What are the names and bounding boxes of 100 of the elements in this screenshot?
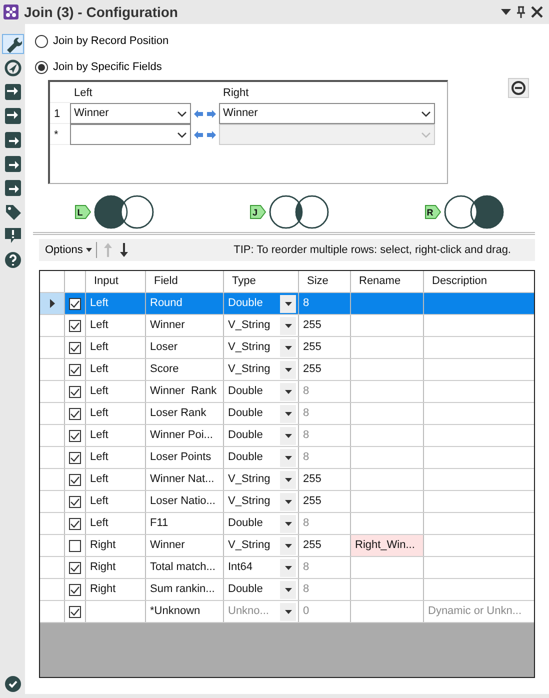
type-select[interactable]: Double bbox=[224, 425, 299, 446]
type-select[interactable]: Double bbox=[224, 381, 299, 402]
type-select[interactable]: V_String bbox=[224, 359, 299, 380]
radio-option[interactable]: Join by Specific Fields bbox=[35, 58, 162, 76]
table-row[interactable]: Left Round Double 8 bbox=[40, 293, 534, 315]
checkbox[interactable] bbox=[69, 452, 81, 464]
table-row[interactable]: *Unknown Unkno... 0 Dynamic or Unkn... bbox=[40, 601, 534, 623]
type-select[interactable]: Double bbox=[224, 293, 299, 314]
tool-tab[interactable] bbox=[2, 34, 24, 54]
table-cell: Left bbox=[86, 381, 146, 402]
table-row[interactable]: Left Winner Poi... Double 8 bbox=[40, 425, 534, 447]
table-row[interactable]: Left Score V_String 255 bbox=[40, 359, 534, 381]
row-pointer-icon bbox=[50, 299, 54, 308]
caret-icon bbox=[284, 588, 292, 592]
table-cell: 255 bbox=[299, 337, 351, 358]
table-row[interactable]: Left Loser V_String 255 bbox=[40, 337, 534, 359]
table-cell: Right bbox=[86, 579, 146, 600]
type-select[interactable]: V_String bbox=[224, 469, 299, 490]
table-row[interactable]: Right Total match... Int64 8 bbox=[40, 557, 534, 579]
input-icon bbox=[4, 107, 22, 125]
table-cell: Loser Rank bbox=[146, 403, 224, 424]
table-row[interactable]: Left Loser Points Double 8 bbox=[40, 447, 534, 469]
output-icon bbox=[4, 155, 22, 173]
caret-icon bbox=[284, 302, 292, 306]
right-field-select[interactable]: Winner bbox=[219, 103, 435, 124]
tip-text: TIP: To reorder multiple rows: select, right-click and drag. bbox=[234, 242, 512, 258]
column-header: Field bbox=[146, 271, 224, 292]
table-row[interactable]: Left Winner Nat... V_String 255 bbox=[40, 469, 534, 491]
table-row[interactable]: Left Winner Rank Double 8 bbox=[40, 381, 534, 403]
type-select[interactable]: Double bbox=[224, 447, 299, 468]
table-row[interactable]: Left Loser Natio... V_String 255 bbox=[40, 491, 534, 513]
checkbox[interactable] bbox=[69, 320, 81, 332]
options-dropdown[interactable]: Options bbox=[45, 242, 97, 258]
window-title: Join (3) - Configuration bbox=[24, 2, 179, 22]
dropdown-icon[interactable] bbox=[501, 9, 511, 15]
type-select[interactable]: V_String bbox=[224, 491, 299, 512]
left-field-select[interactable]: Winner bbox=[70, 103, 191, 124]
type-select[interactable]: V_String bbox=[224, 315, 299, 336]
checkbox[interactable] bbox=[69, 430, 81, 442]
checkbox[interactable] bbox=[69, 606, 81, 618]
app-icon bbox=[3, 4, 19, 20]
checkbox[interactable] bbox=[69, 342, 81, 354]
checkbox[interactable] bbox=[69, 364, 81, 376]
table-row[interactable]: Right Winner V_String 255 Right_Win... bbox=[40, 535, 534, 557]
checkbox[interactable] bbox=[69, 540, 81, 552]
type-select[interactable]: Double bbox=[224, 579, 299, 600]
table-row[interactable]: Left Loser Rank Double 8 bbox=[40, 403, 534, 425]
type-select[interactable]: V_String bbox=[224, 337, 299, 358]
table-cell: 255 bbox=[299, 315, 351, 336]
table-cell: Winner bbox=[146, 315, 224, 336]
table-cell: 8 bbox=[299, 447, 351, 468]
table-cell: Loser Points bbox=[146, 447, 224, 468]
caret-icon bbox=[284, 544, 292, 548]
caret-icon bbox=[284, 346, 292, 350]
pin-icon[interactable] bbox=[516, 6, 526, 18]
table-cell: Sum rankin... bbox=[146, 579, 224, 600]
checkbox[interactable] bbox=[69, 496, 81, 508]
table-cell: Total match... bbox=[146, 557, 224, 578]
table-row[interactable]: Left Winner V_String 255 bbox=[40, 315, 534, 337]
output-anchor-badge[interactable]: R bbox=[425, 204, 441, 220]
caret-icon bbox=[284, 500, 292, 504]
column-header: Type bbox=[224, 271, 299, 292]
table-cell: 8 bbox=[299, 579, 351, 600]
table-cell: Left bbox=[86, 293, 146, 314]
checkbox[interactable] bbox=[69, 562, 81, 574]
table-cell: 255 bbox=[299, 469, 351, 490]
left-field-select[interactable] bbox=[70, 124, 191, 145]
checkbox[interactable] bbox=[69, 298, 81, 310]
caret-icon bbox=[284, 390, 292, 394]
table-cell: 8 bbox=[299, 381, 351, 402]
caret-icon bbox=[284, 434, 292, 438]
checkbox[interactable] bbox=[69, 474, 81, 486]
checkbox[interactable] bbox=[69, 584, 81, 596]
chevron-icon bbox=[177, 110, 187, 116]
table-cell: 8 bbox=[299, 293, 351, 314]
output-anchor-badge[interactable]: L bbox=[75, 204, 91, 220]
type-select[interactable]: Unkno... bbox=[224, 601, 299, 622]
table-cell: 255 bbox=[299, 359, 351, 380]
type-select[interactable]: Double bbox=[224, 403, 299, 424]
type-select[interactable]: Int64 bbox=[224, 557, 299, 578]
table-cell: Winner bbox=[146, 535, 224, 556]
checkbox[interactable] bbox=[69, 518, 81, 530]
type-select[interactable]: V_String bbox=[224, 535, 299, 556]
table-cell: Left bbox=[86, 315, 146, 336]
checkbox[interactable] bbox=[69, 408, 81, 420]
output-anchor-badge[interactable]: J bbox=[250, 204, 266, 220]
move-down-icon[interactable] bbox=[118, 242, 129, 258]
table-cell: Right bbox=[86, 535, 146, 556]
chevron-icon bbox=[421, 132, 431, 138]
table-cell: 8 bbox=[299, 403, 351, 424]
table-cell: Winner Poi... bbox=[146, 425, 224, 446]
table-row[interactable]: Right Sum rankin... Double 8 bbox=[40, 579, 534, 601]
radio-option[interactable]: Join by Record Position bbox=[35, 32, 169, 50]
type-select[interactable]: Double bbox=[224, 513, 299, 534]
table-row[interactable]: Left F11 Double 8 bbox=[40, 513, 534, 535]
caret-icon bbox=[284, 522, 292, 526]
remove-icon[interactable] bbox=[508, 78, 529, 98]
close-icon[interactable] bbox=[531, 6, 543, 18]
checkbox[interactable] bbox=[69, 386, 81, 398]
caret-icon bbox=[284, 456, 292, 460]
